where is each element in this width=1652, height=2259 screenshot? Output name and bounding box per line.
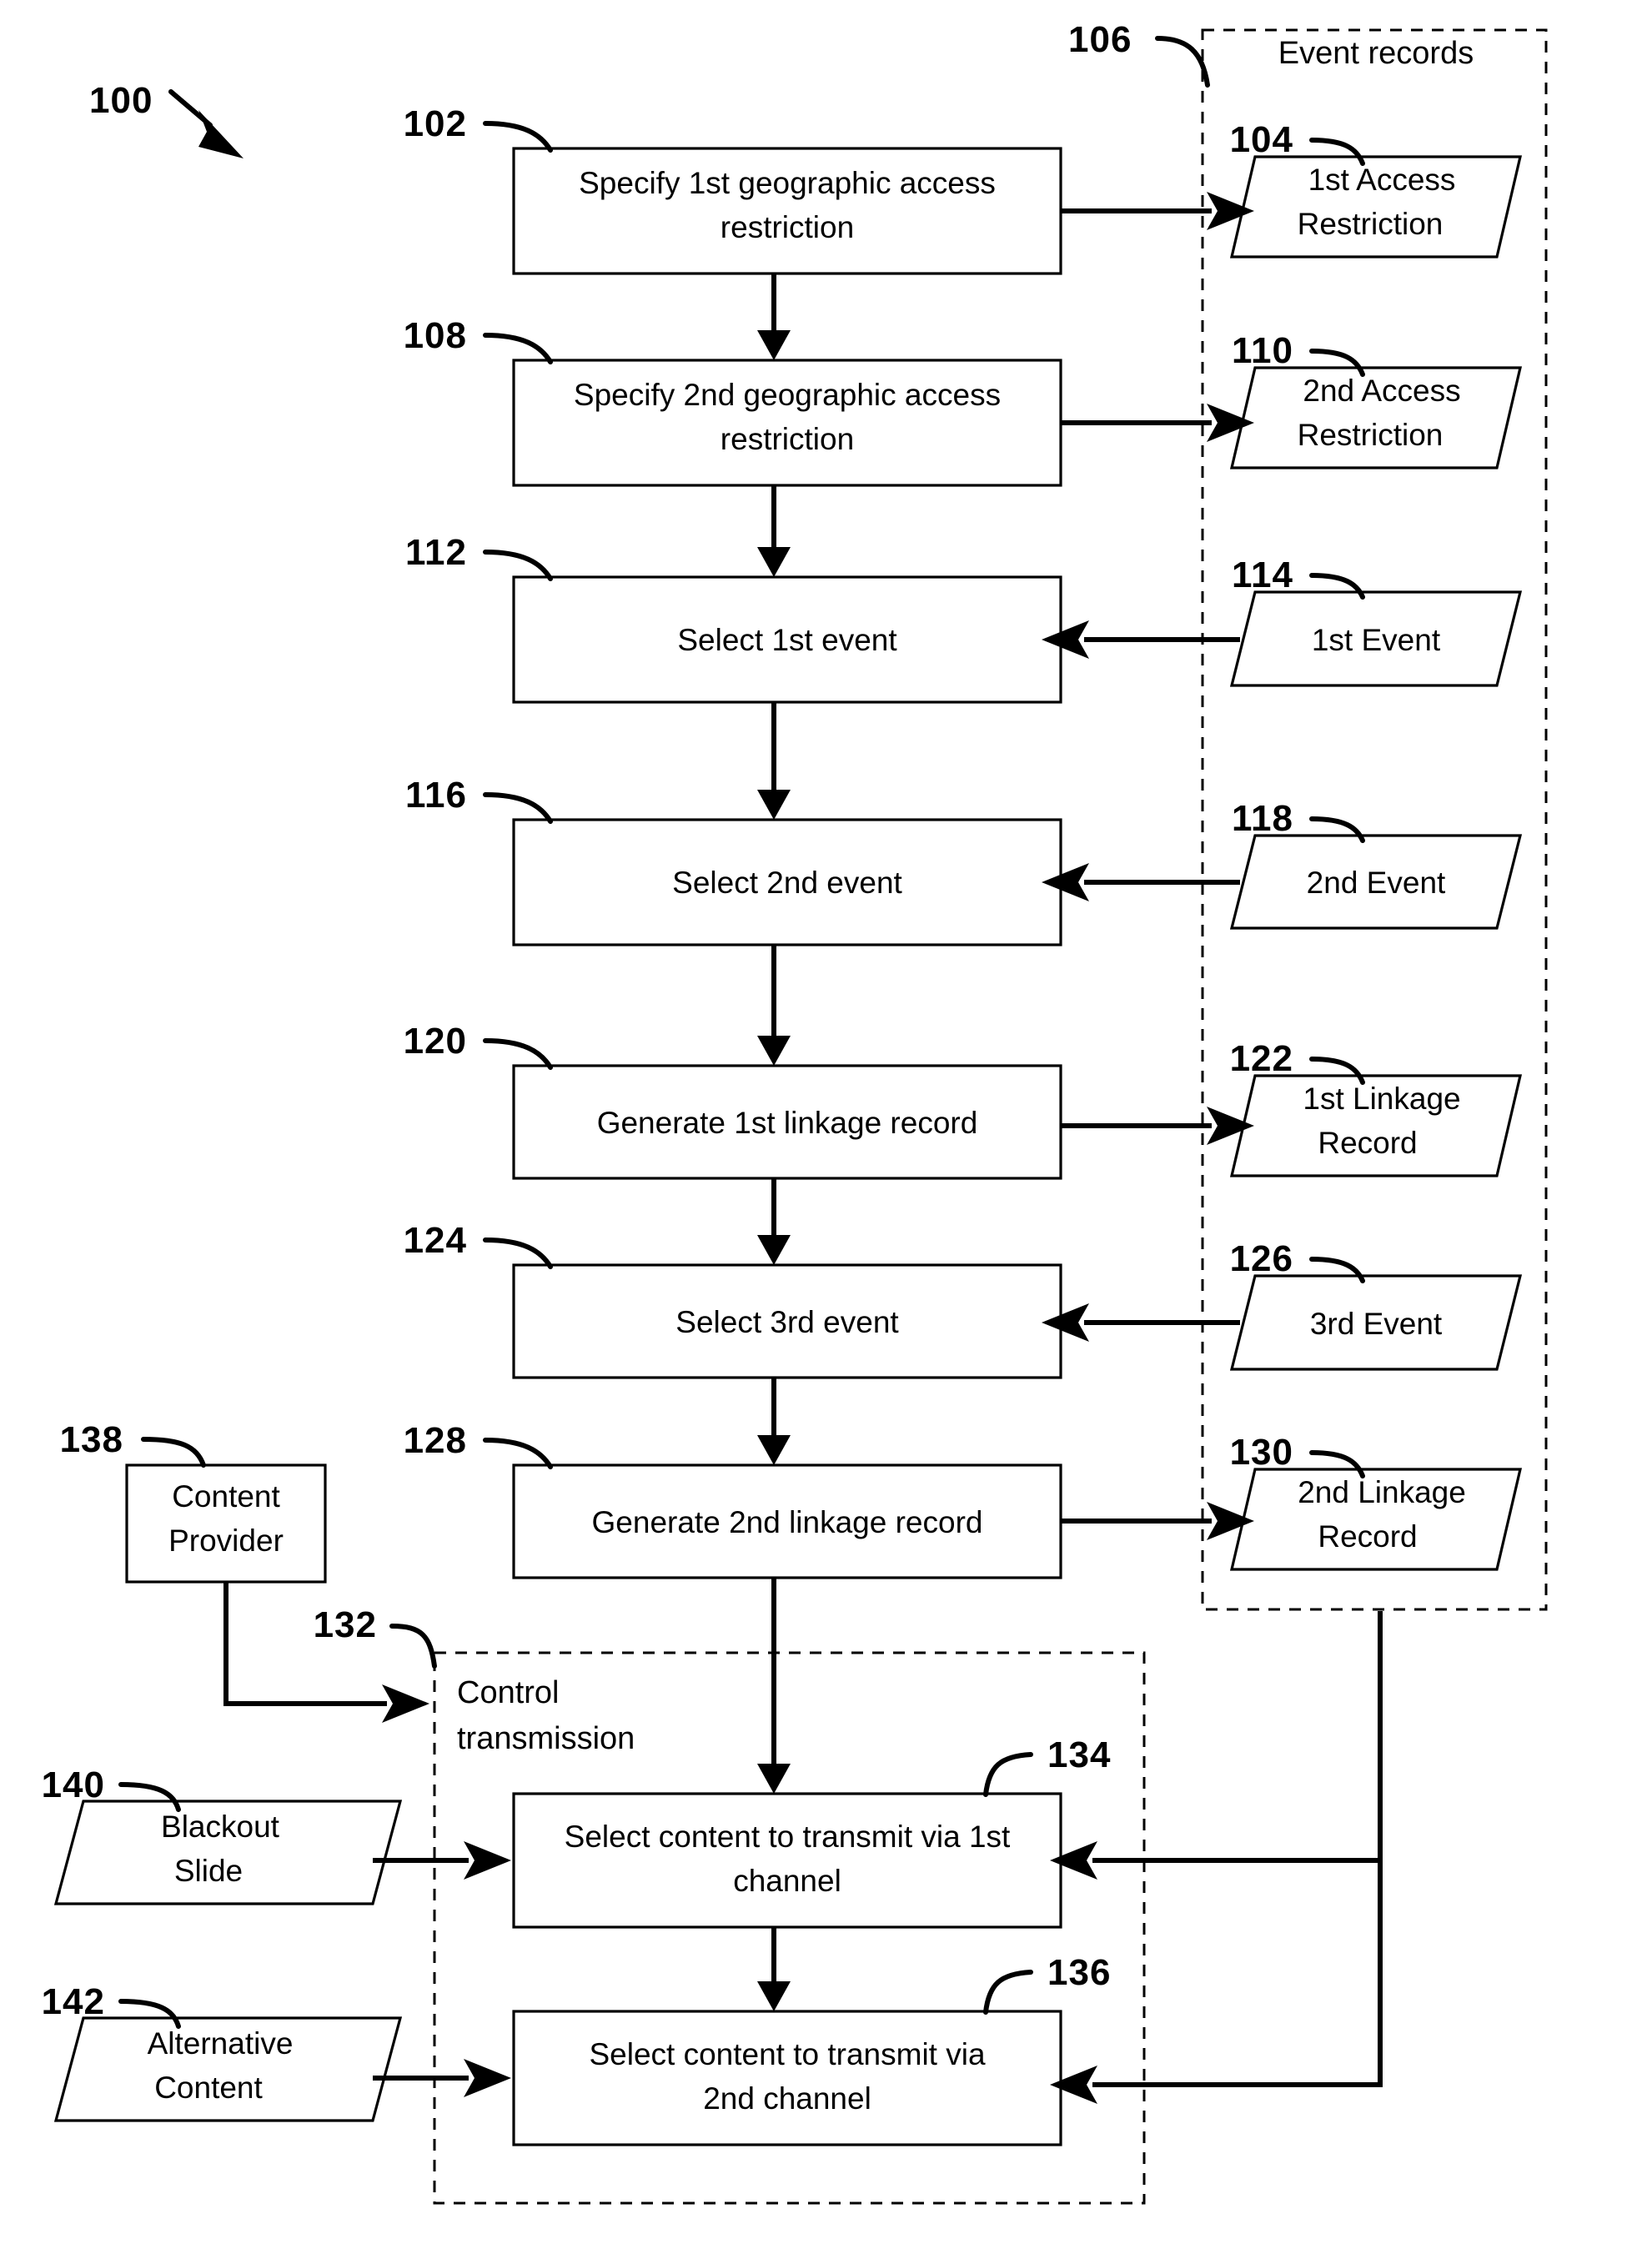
data-label-142-line2: Content [154, 2071, 263, 2105]
data-ref-130: 130 [1230, 1432, 1293, 1473]
data-label-130-line1: 2nd Linkage [1298, 1475, 1466, 1509]
data-label-122-line1: 1st Linkage [1303, 1082, 1460, 1116]
data-ref-118: 118 [1232, 798, 1293, 839]
data-label-104-line1: 1st Access [1308, 163, 1456, 197]
data-label-118-line1: 2nd Event [1307, 866, 1446, 900]
entity-ref-138: 138 [60, 1419, 123, 1460]
connector-116-to-120 [757, 945, 791, 1066]
process-label-108-line2: restriction [721, 422, 854, 456]
connector-128-to-134 [757, 1578, 791, 1794]
leader-132 [389, 1624, 437, 1669]
data-label-110-line2: Restriction [1298, 418, 1444, 452]
process-label-136-line2: 2nd channel [703, 2081, 871, 2116]
process-label-124-line1: Select 3rd event [675, 1305, 899, 1339]
connector-120-to-124 [757, 1178, 791, 1265]
process-label-136-line1: Select content to transmit via [589, 2037, 985, 2071]
process-label-102-line1: Specify 1st geographic access [579, 166, 996, 200]
data-label-104-line2: Restriction [1298, 207, 1444, 241]
figure-ref-100-marker [168, 89, 244, 158]
process-box-134[interactable] [512, 1792, 1062, 1929]
data-label-140-line1: Blackout [161, 1810, 280, 1844]
group-title-event-records: Event records [1278, 36, 1474, 71]
data-ref-122: 122 [1230, 1038, 1293, 1079]
connector-134-to-136 [757, 1927, 791, 2011]
leader-124 [483, 1237, 553, 1269]
process-label-116-line1: Select 2nd event [672, 866, 902, 900]
data-ref-110: 110 [1232, 330, 1293, 371]
process-label-134-line2: channel [733, 1864, 841, 1898]
process-ref-134: 134 [1047, 1734, 1111, 1775]
connector-138-to-control-transmission [223, 1582, 429, 1723]
connector-118-to-116 [1042, 863, 1240, 901]
leader-128 [483, 1438, 553, 1469]
process-box-136[interactable] [512, 2010, 1062, 2146]
process-label-134-line1: Select content to transmit via 1st [565, 1820, 1011, 1854]
data-ref-140: 140 [42, 1765, 105, 1805]
connector-112-to-116 [757, 702, 791, 820]
leader-108 [483, 333, 553, 364]
data-label-140-line2: Slide [174, 1854, 243, 1888]
group-ref-106: 106 [1068, 19, 1132, 60]
data-ref-126: 126 [1230, 1238, 1293, 1279]
process-label-102-line2: restriction [721, 210, 854, 244]
group-title-control-transmission-line1: Control [457, 1675, 560, 1710]
process-ref-120: 120 [404, 1021, 467, 1062]
data-label-126-line1: 3rd Event [1310, 1307, 1443, 1341]
process-ref-112: 112 [405, 532, 467, 573]
entity-label-138-line2: Provider [168, 1524, 284, 1558]
process-ref-116: 116 [405, 775, 467, 816]
process-label-120-line1: Generate 1st linkage record [597, 1106, 978, 1140]
connector-126-to-124 [1042, 1303, 1240, 1342]
connector-128-to-130 [1061, 1502, 1254, 1540]
process-label-128-line1: Generate 2nd linkage record [592, 1505, 983, 1539]
leader-112 [483, 550, 553, 581]
data-label-110-line1: 2nd Access [1303, 374, 1460, 408]
data-label-122-line2: Record [1318, 1126, 1417, 1160]
leader-120 [483, 1038, 553, 1070]
connector-108-to-112 [757, 485, 791, 577]
connector-114-to-112 [1042, 620, 1240, 659]
group-ref-132: 132 [314, 1604, 377, 1645]
leader-116 [483, 792, 553, 824]
data-label-130-line2: Record [1318, 1519, 1417, 1554]
leader-138 [141, 1437, 206, 1468]
data-label-142-line1: Alternative [148, 2026, 294, 2061]
leader-136 [983, 1970, 1033, 2015]
connector-142-to-136 [373, 2059, 511, 2097]
patent-figure-canvas: 100 106 Event records 132 Control transm… [0, 0, 1652, 2259]
process-ref-108: 108 [404, 315, 467, 356]
entity-label-138-line1: Content [172, 1479, 280, 1514]
process-ref-102: 102 [404, 103, 467, 144]
figure-ref-100: 100 [89, 80, 153, 121]
connector-124-to-128 [757, 1378, 791, 1465]
process-ref-128: 128 [404, 1420, 467, 1461]
connector-102-to-108 [757, 274, 791, 360]
leader-106 [1155, 36, 1210, 88]
process-label-108-line1: Specify 2nd geographic access [574, 378, 1001, 412]
process-label-112-line1: Select 1st event [677, 623, 897, 657]
connector-102-to-104 [1061, 192, 1254, 230]
process-ref-124: 124 [404, 1220, 467, 1261]
connector-120-to-122 [1061, 1107, 1254, 1145]
group-title-control-transmission-line2: transmission [457, 1721, 635, 1756]
data-ref-114: 114 [1232, 555, 1293, 595]
data-label-114-line1: 1st Event [1312, 623, 1441, 657]
leader-134 [983, 1752, 1033, 1797]
process-ref-136: 136 [1047, 1952, 1111, 1993]
data-ref-142: 142 [42, 1981, 105, 2022]
flowchart-svg: 100 106 Event records 132 Control transm… [42, 19, 1548, 2205]
connector-108-to-110 [1061, 404, 1254, 442]
connector-130-to-134-and-136 [1050, 1611, 1383, 2104]
leader-102 [483, 121, 553, 153]
data-ref-104: 104 [1230, 119, 1293, 160]
connector-140-to-134 [373, 1841, 511, 1880]
